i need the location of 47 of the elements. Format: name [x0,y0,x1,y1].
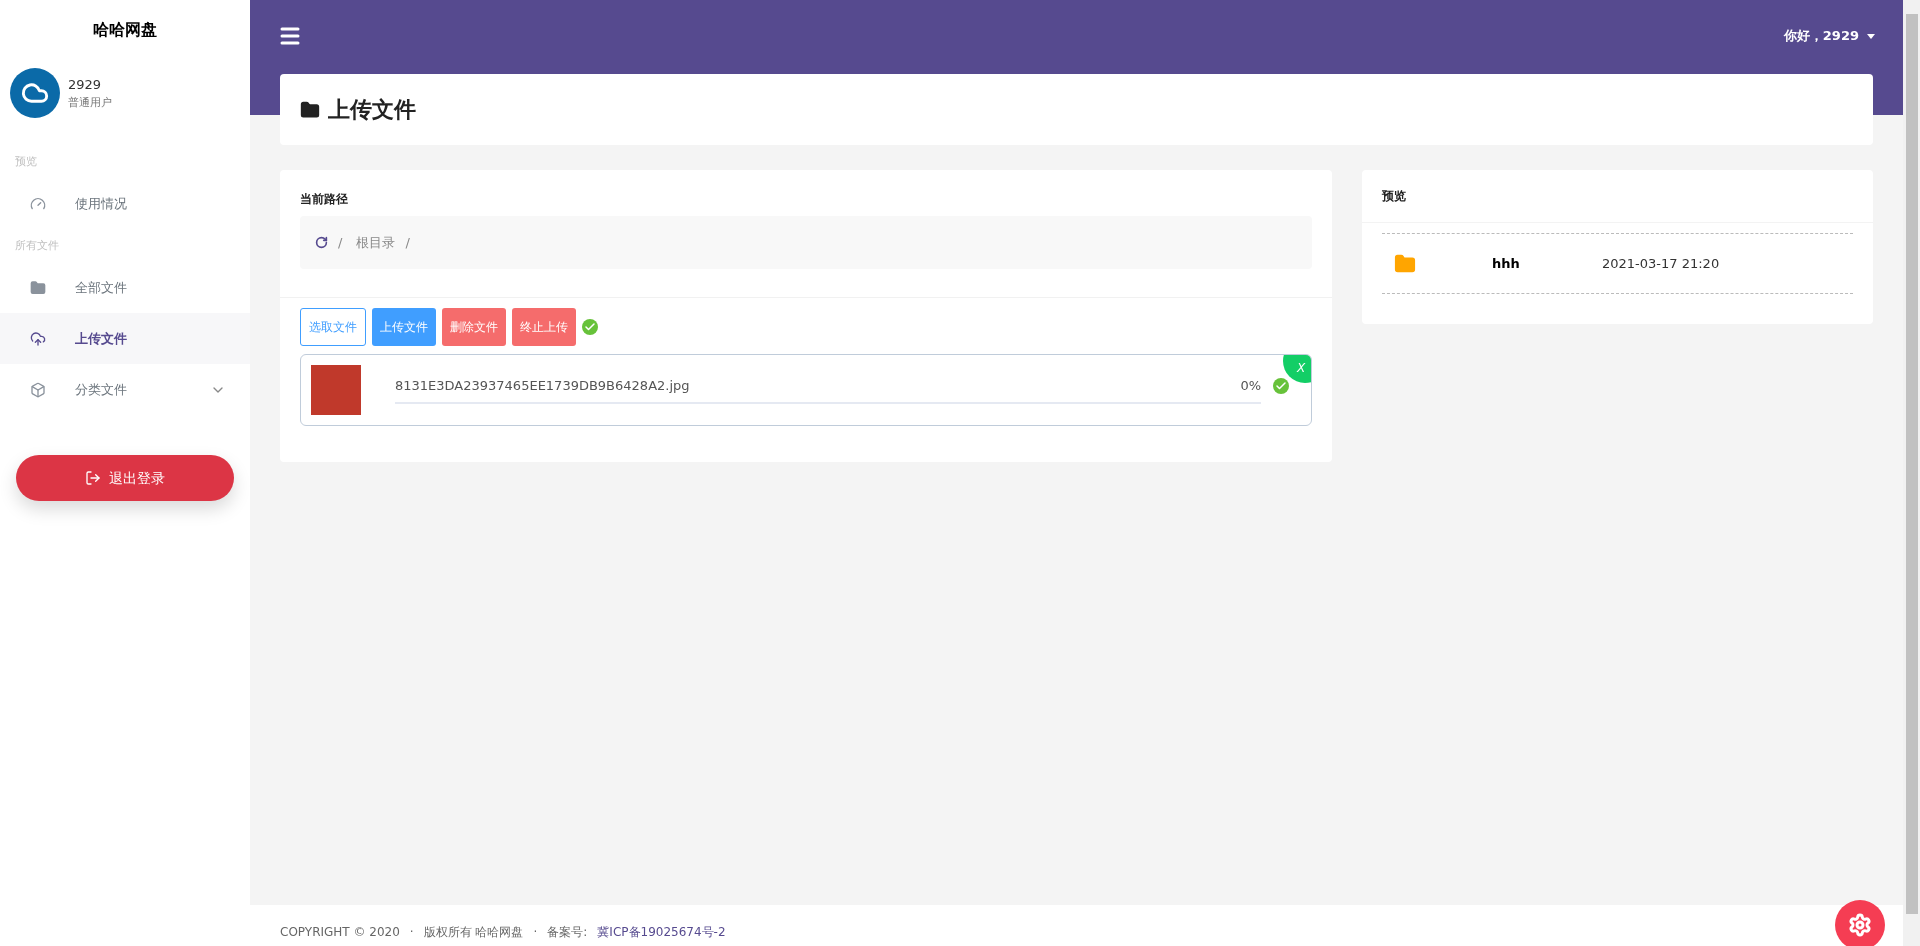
page-title: 上传文件 [328,96,416,124]
nav-label: 上传文件 [75,329,127,348]
record-link[interactable]: 冀ICP备19025674号-2 [597,923,726,946]
settings-icon [1848,913,1872,937]
caret-icon [1867,33,1875,39]
toolbar-button[interactable]: 终止上传 [512,308,576,346]
separator: / [405,233,410,252]
breadcrumb-link[interactable]: 根目录 [356,232,396,253]
refresh-icon[interactable] [315,236,328,249]
settings-button[interactable] [1835,900,1885,946]
file-date: 2021-03-17 21:20 [1602,254,1720,273]
nav-item[interactable]: 全部文件 [0,262,250,313]
copyright-text: COPYRIGHT © 2020 [280,924,400,941]
toolbar-button[interactable]: 删除文件 [442,308,506,346]
nav-item[interactable]: 上传文件 [0,313,250,364]
gauge-icon [30,196,46,212]
nav-item[interactable]: 使用情况 [0,178,250,230]
preview-title: 预览 [1362,170,1873,223]
user-menu[interactable]: 你好，2929 [1783,26,1875,46]
nav-label: 分类文件 [75,380,127,399]
photo-placeholder [311,365,361,415]
folder-icon [30,279,46,296]
user-role: 普通用户 [68,94,112,111]
nav-item[interactable]: 分类文件 [0,364,250,415]
progress-text: 0% [1240,377,1261,396]
folder-icon [300,99,320,120]
separator: · [533,924,538,941]
file-name[interactable]: hhh [1492,253,1602,274]
toolbar-button[interactable]: 上传文件 [372,308,436,346]
record-label: 备案号: [547,924,588,941]
section-heading: 预览 [14,154,38,170]
brand-title: 哈哈网盘 [92,19,158,41]
toolbar-button[interactable]: 选取文件 [300,308,366,346]
cloud-upload-icon [30,330,46,347]
separator: / [338,233,343,252]
logout-icon [85,470,101,486]
separator: · [409,924,414,941]
logout-button[interactable]: 退出登录 [16,455,234,501]
file-name: 8131E3DA23937465EE1739DB9B6428A2.jpg [395,377,690,396]
path-label: 当前路径 [300,191,349,208]
folder-icon [1394,252,1416,275]
cube-icon [30,381,46,398]
nav-label: 全部文件 [75,278,127,297]
nav-label: 使用情况 [75,195,127,214]
user-name: 2929 [68,76,103,94]
section-heading: 所有文件 [14,237,60,254]
footer-owner: 版权所有 哈哈网盘 [423,924,524,941]
